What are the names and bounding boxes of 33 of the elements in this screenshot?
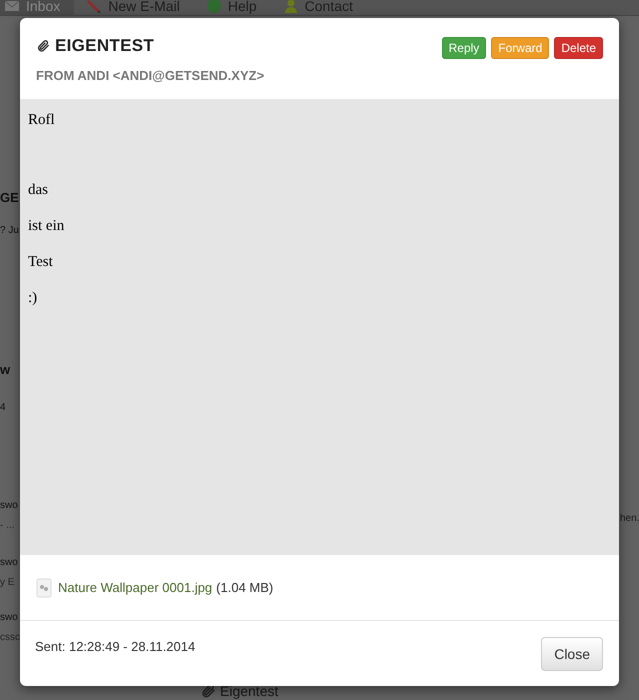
person-icon [282,0,299,13]
body-line: :) [28,289,38,307]
background-text: swo [0,557,18,569]
action-button[interactable]: Forward [491,37,550,59]
background-text: ? Ju [0,225,19,237]
message-subject: Eigentest [220,683,278,699]
action-button[interactable]: Reply [442,37,486,59]
body-line: Rofl [28,111,56,129]
background-text: swo [0,612,18,624]
sender-address: FROM ANDI <ANDI@GETSEND.XYZ> [36,68,264,83]
help-icon [206,0,222,13]
pencil-icon [86,0,102,13]
background-text: w [0,362,10,378]
attachment-size: (1.04 MB) [216,580,274,595]
background-text: y E [0,577,14,589]
background-text: cssc [0,632,20,644]
envelope-icon [4,0,20,12]
action-button[interactable]: Delete [554,37,603,59]
body-line: Test [28,253,54,271]
body-line: ist ein [28,217,66,235]
background-text: - ... [0,520,14,532]
message-subject: EIGENTEST [55,36,154,56]
background-text: swo [0,500,18,512]
attachment-link[interactable]: Nature Wallpaper 0001.jpg [58,580,212,595]
nav-tab[interactable]: Inbox [0,0,74,15]
body-line: das [28,181,49,199]
image-file-icon [36,578,52,598]
paperclip-icon [200,683,216,699]
background-text: GE [0,190,19,206]
background-text: 4 [0,402,6,414]
close-button[interactable]: Close [541,637,603,671]
sent-time: Sent: 12:28:49 - 28.11.2014 [35,639,196,654]
background-text: hen. [620,513,639,524]
